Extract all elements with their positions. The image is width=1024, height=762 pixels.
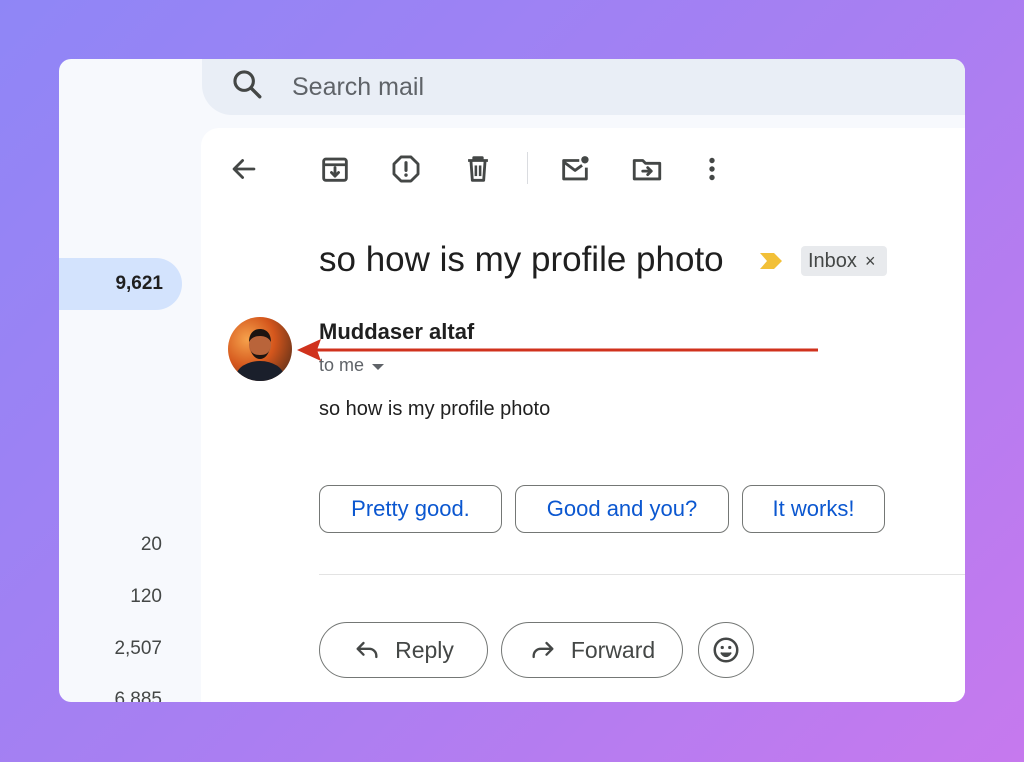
toolbar-divider xyxy=(527,152,528,184)
label-chip-text: Inbox xyxy=(808,249,857,272)
search-input[interactable]: Search mail xyxy=(292,73,424,102)
sidebar-count[interactable]: 6,885 xyxy=(114,689,162,702)
archive-icon[interactable] xyxy=(318,152,352,186)
remove-label-icon[interactable]: × xyxy=(865,251,876,272)
gmail-window: Search mail 9,621 20 120 2,507 6,885 so … xyxy=(59,59,965,702)
search-bar[interactable]: Search mail xyxy=(202,59,965,115)
emoji-reaction-button[interactable] xyxy=(698,622,754,678)
email-view: so how is my profile photo Inbox × Mudda… xyxy=(201,128,965,702)
sidebar-item-inbox[interactable]: 9,621 xyxy=(59,258,182,310)
annotation-arrow xyxy=(297,339,818,361)
person-photo xyxy=(236,329,284,381)
forward-button[interactable]: Forward xyxy=(501,622,683,678)
back-arrow-icon[interactable] xyxy=(227,152,261,186)
mark-unread-icon[interactable] xyxy=(558,152,592,186)
more-vert-icon[interactable] xyxy=(695,152,729,186)
search-icon[interactable] xyxy=(230,67,264,101)
label-chip-inbox[interactable]: Inbox × xyxy=(801,246,888,276)
forward-icon xyxy=(532,641,554,659)
inbox-count: 9,621 xyxy=(115,273,163,294)
smart-reply-button[interactable]: It works! xyxy=(742,485,885,533)
smart-reply-button[interactable]: Pretty good. xyxy=(319,485,502,533)
smart-reply-button[interactable]: Good and you? xyxy=(515,485,729,533)
forward-label: Forward xyxy=(570,636,656,663)
email-subject: so how is my profile photo xyxy=(319,240,724,279)
reply-button[interactable]: Reply xyxy=(319,622,488,678)
email-body: so how is my profile photo xyxy=(319,398,551,420)
sidebar-count[interactable]: 120 xyxy=(130,586,162,608)
reply-icon xyxy=(356,641,378,659)
important-marker-icon[interactable] xyxy=(758,250,784,272)
sidebar-count[interactable]: 2,507 xyxy=(114,638,162,660)
smiley-icon xyxy=(713,637,739,663)
report-spam-icon[interactable] xyxy=(389,152,423,186)
reply-label: Reply xyxy=(395,636,454,663)
delete-icon[interactable] xyxy=(461,152,495,186)
divider xyxy=(319,574,965,575)
sidebar-count[interactable]: 20 xyxy=(141,534,162,556)
move-to-icon[interactable] xyxy=(630,152,664,186)
sender-avatar[interactable] xyxy=(228,317,292,381)
